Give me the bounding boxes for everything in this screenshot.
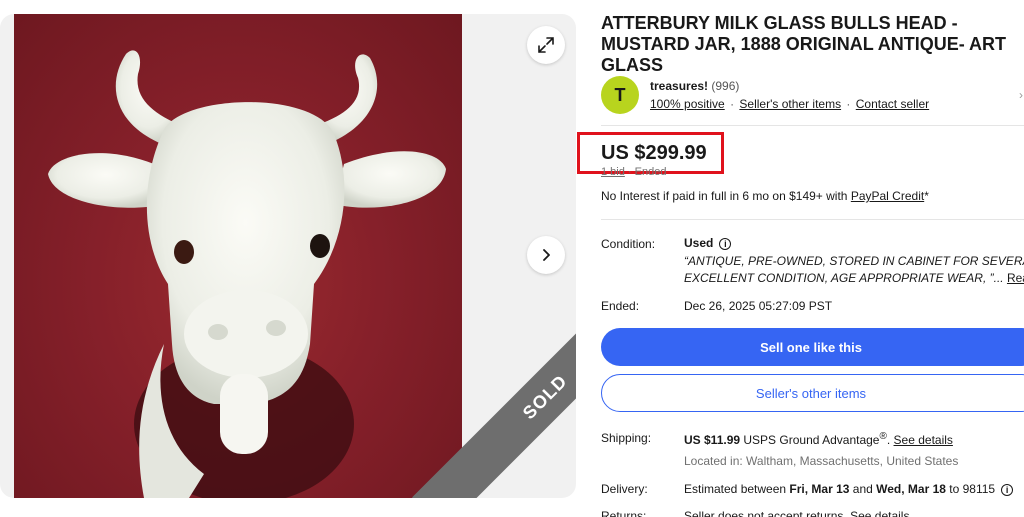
shipping-details-link[interactable]: See details (894, 433, 953, 447)
bid-status: 1 bid · Ended (601, 166, 666, 178)
delivery-date-end: Wed, Mar 18 (876, 482, 946, 496)
item-price: US $299.99 (601, 142, 707, 164)
listing-status: · Ended (627, 166, 667, 178)
expand-image-button[interactable] (527, 26, 565, 64)
financing-suffix: * (924, 189, 929, 203)
delivery-date-start: Fri, Mar 13 (789, 482, 850, 496)
item-title: ATTERBURY MILK GLASS BULLS HEAD - MUSTAR… (601, 13, 1007, 75)
item-location: Located in: Waltham, Massachusetts, Unit… (684, 454, 959, 468)
condition-label: Condition: (601, 237, 656, 251)
condition-desc-line1: “ANTIQUE, PRE-OWNED, STORED IN CABINET F… (684, 254, 1024, 268)
seller-info: T treasures! (996) 100% positive · Selle… (601, 76, 1024, 114)
info-icon[interactable]: i (1001, 483, 1014, 496)
seller-other-items-button[interactable]: Seller's other items (601, 374, 1024, 412)
ended-value: Dec 26, 2025 05:27:09 PST (684, 299, 833, 313)
shipping-dot: . (886, 433, 894, 447)
image-gallery: SOLD (0, 14, 576, 498)
next-image-button[interactable] (527, 236, 565, 274)
ended-label: Ended: (601, 299, 640, 313)
seller-chevron-icon[interactable]: › (1019, 88, 1023, 102)
delivery-zip: to 98115 (945, 482, 996, 496)
read-more-link[interactable]: Read more (1007, 271, 1024, 285)
condition-value-row: Used i (684, 236, 732, 250)
separator: · (846, 97, 851, 111)
registered-mark: ® (879, 431, 887, 442)
divider (601, 219, 1024, 220)
sold-ribbon-label: SOLD (518, 370, 571, 423)
delivery-label: Delivery: (601, 482, 648, 496)
sell-one-like-this-button[interactable]: Sell one like this (601, 328, 1024, 366)
condition-description: “ANTIQUE, PRE-OWNED, STORED IN CABINET F… (684, 253, 1024, 287)
expand-icon (538, 37, 554, 53)
shipping-cost: US $11.99 (684, 433, 741, 447)
seller-avatar[interactable]: T (601, 76, 639, 114)
shipping-label: Shipping: (601, 431, 652, 445)
returns-value: Seller does not accept returns. See deta… (684, 509, 910, 517)
delivery-prefix: Estimated between (684, 482, 790, 496)
financing-offer: No Interest if paid in full in 6 mo on $… (601, 189, 929, 203)
item-photo[interactable] (14, 14, 462, 498)
info-icon[interactable]: i (719, 237, 732, 250)
returns-label: Returns: (601, 509, 647, 517)
divider (601, 125, 1024, 126)
delivery-and: and (849, 482, 877, 496)
delivery-value: Estimated between Fri, Mar 13 and Wed, M… (684, 482, 1014, 496)
seller-name[interactable]: treasures! (650, 79, 708, 93)
positive-feedback-link[interactable]: 100% positive (650, 97, 725, 111)
condition-desc-line2-row: EXCELLENT CONDITION, AGE APPROPRIATE WEA… (684, 270, 1024, 287)
seller-name-line: treasures! (996) (650, 79, 739, 93)
paypal-credit-link[interactable]: PayPal Credit (851, 189, 924, 203)
chevron-right-icon (543, 249, 550, 261)
condition-value: Used (684, 236, 714, 250)
condition-desc-line2: EXCELLENT CONDITION, AGE APPROPRIATE WEA… (684, 271, 1004, 285)
shipping-service: USPS Ground Advantage (740, 433, 880, 447)
separator: · (730, 97, 735, 111)
seller-feedback-count[interactable]: (996) (711, 79, 739, 93)
shipping-value: US $11.99 USPS Ground Advantage®. See de… (684, 431, 953, 447)
financing-text: No Interest if paid in full in 6 mo on $… (601, 189, 848, 203)
seller-links: 100% positive · Seller's other items · C… (650, 97, 929, 111)
bull-head-illustration (48, 50, 446, 498)
bid-count-link[interactable]: 1 bid (601, 166, 625, 178)
seller-other-items-link[interactable]: Seller's other items (739, 97, 841, 111)
contact-seller-link[interactable]: Contact seller (856, 97, 929, 111)
